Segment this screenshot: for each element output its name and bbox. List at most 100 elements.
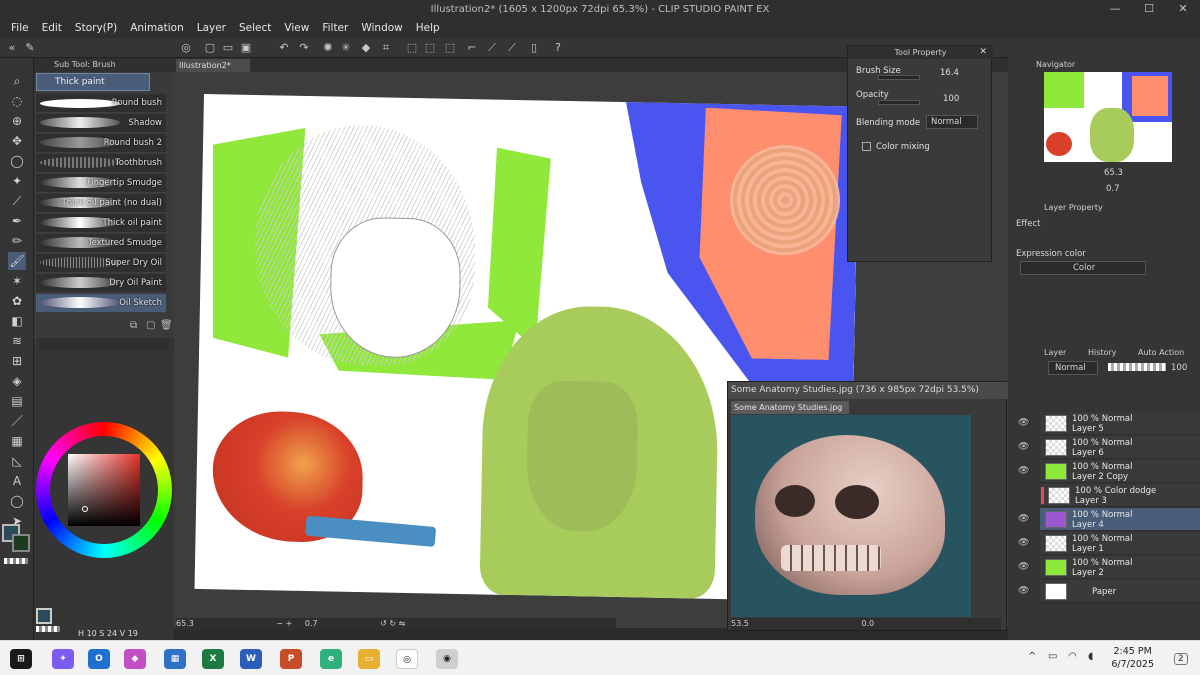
excel-icon[interactable]: X (202, 649, 224, 669)
color-mixing-checkbox[interactable] (862, 142, 871, 151)
menu-story[interactable]: Story(P) (75, 22, 117, 34)
menu-window[interactable]: Window (361, 22, 402, 34)
brush-size-slider[interactable] (878, 75, 920, 80)
clip-studio-icon[interactable]: ◎ (178, 40, 194, 56)
clip-studio-paint-icon[interactable]: ◉ (436, 649, 458, 669)
navigator-zoom[interactable]: 65.3 (1104, 168, 1123, 178)
current-color-swatch[interactable] (36, 608, 52, 624)
invert-selection-icon[interactable]: ⬚ (442, 40, 458, 56)
undo-icon[interactable]: ↶ (276, 40, 292, 56)
grid-icon[interactable]: ⊞ (8, 352, 26, 370)
move-icon[interactable]: ✥ (8, 132, 26, 150)
copilot-icon[interactable]: ✦ (52, 649, 74, 669)
transparent-swatch[interactable] (36, 626, 60, 632)
wifi-icon[interactable]: ◠ (1068, 651, 1077, 662)
layer-move-icon[interactable]: ⊕ (8, 112, 26, 130)
magic-wand-icon[interactable]: ✦ (8, 172, 26, 190)
clear-icon[interactable]: ✳ (338, 40, 354, 56)
eraser-icon[interactable]: ◧ (8, 312, 26, 330)
ruler-tool-icon[interactable]: ◺ (8, 452, 26, 470)
word-icon[interactable]: W (240, 649, 262, 669)
brightness-icon[interactable]: ✺ (320, 40, 336, 56)
notification-badge[interactable]: 2 (1174, 653, 1188, 665)
layer-row[interactable]: 👁 100 % Normal Layer 2 (1018, 556, 1200, 579)
clock[interactable]: 2:45 PM 6/7/2025 (1111, 645, 1154, 671)
layer-row[interactable]: 👁 100 % Normal Layer 2 Copy (1018, 460, 1200, 483)
zoom-in-icon[interactable]: + (286, 619, 293, 628)
copy-subtool-icon[interactable]: ⧉ (130, 320, 137, 331)
brush-item[interactable]: Thick oil paint (no dual) (36, 194, 166, 213)
line-tool-icon[interactable]: ／ (8, 412, 26, 430)
fill-icon[interactable]: ◆ (358, 40, 374, 56)
menu-filter[interactable]: Filter (322, 22, 348, 34)
gradient-icon[interactable]: ▤ (8, 392, 26, 410)
menu-help[interactable]: Help (416, 22, 440, 34)
brush-tool-icon[interactable]: 🖌 (8, 252, 26, 270)
eyedropper-icon[interactable]: ⟋ (8, 192, 26, 210)
layer-row[interactable]: 👁 100 % Normal Layer 5 (1018, 412, 1200, 435)
redo-icon[interactable]: ↷ (296, 40, 312, 56)
brush-item[interactable]: Fingertip Smudge (36, 174, 166, 193)
brush-item[interactable]: Round bush 2 (36, 134, 166, 153)
eye-icon[interactable]: 👁 (1018, 442, 1029, 452)
canvas-rotate[interactable]: 0.7 (305, 619, 318, 628)
navigator-thumbnail[interactable] (1044, 72, 1172, 162)
eye-icon[interactable]: 👁 (1018, 418, 1029, 428)
menu-view[interactable]: View (284, 22, 309, 34)
ruler2-icon[interactable]: ⟋ (504, 40, 520, 56)
menu-file[interactable]: File (11, 22, 29, 34)
chevron-up-icon[interactable]: ^ (1028, 651, 1036, 662)
collapse-left-icon[interactable]: « (4, 40, 20, 56)
hue-ring[interactable] (36, 422, 172, 558)
history-tab[interactable]: History (1088, 347, 1116, 359)
store-icon[interactable]: ▦ (164, 649, 186, 669)
layer-row[interactable]: 👁 100 % Normal Layer 1 (1018, 532, 1200, 555)
blend-tool-icon[interactable]: ≋ (8, 332, 26, 350)
transparent-color-swatch[interactable] (4, 558, 28, 564)
deselect-icon[interactable]: ⬚ (422, 40, 438, 56)
new-file-icon[interactable]: ▢ (202, 40, 218, 56)
layer-row-selected[interactable]: 👁 100 % Normal Layer 4 (1018, 508, 1200, 531)
pen-icon[interactable]: ✎ (22, 40, 38, 56)
expression-color-dropdown[interactable]: Color (1020, 261, 1146, 275)
brush-item[interactable]: Super Dry Oil (36, 254, 166, 273)
eye-icon[interactable]: 👁 (1018, 586, 1029, 596)
pen-tool-icon[interactable]: ✒ (8, 212, 26, 230)
decoration-icon[interactable]: ✿ (8, 292, 26, 310)
powerpoint-icon[interactable]: P (280, 649, 302, 669)
open-folder-icon[interactable]: ▭ (220, 40, 236, 56)
eye-icon[interactable]: 👁 (1018, 514, 1029, 524)
brush-item[interactable]: Shadow (36, 114, 166, 133)
eye-icon[interactable]: 👁 (1018, 466, 1029, 476)
subtool-group-selected[interactable]: Thick paint (36, 73, 150, 91)
layer-row[interactable]: 👁 100 % Normal Layer 6 (1018, 436, 1200, 459)
close-panel-icon[interactable]: ✕ (979, 47, 987, 57)
layer-property-tab[interactable]: Layer Property (1044, 202, 1103, 214)
zoom-tool-icon[interactable]: ⌕ (8, 72, 26, 90)
flip-icon[interactable]: ⇋ (399, 619, 406, 628)
brush-item[interactable]: Dry Oil Paint (36, 274, 166, 293)
menu-select[interactable]: Select (239, 22, 271, 34)
file-explorer-icon[interactable]: ▭ (358, 649, 380, 669)
layer-row[interactable]: 100 % Color dodge Layer 3 (1040, 484, 1200, 507)
windows-start-icon[interactable]: ⊞ (10, 649, 32, 669)
subview-zoom[interactable]: 53.5 (731, 619, 749, 628)
save-icon[interactable]: ▣ (238, 40, 254, 56)
menu-edit[interactable]: Edit (42, 22, 62, 34)
frame-icon[interactable]: ▦ (8, 432, 26, 450)
canvas-tab[interactable]: Illustration2* (176, 59, 250, 72)
opacity-value[interactable]: 100 (943, 94, 959, 104)
eye-icon[interactable]: 👁 (1018, 538, 1029, 548)
device-icon[interactable]: ▯ (526, 40, 542, 56)
text-tool-icon[interactable]: A (8, 472, 26, 490)
saturation-value-square[interactable] (68, 454, 140, 526)
eye-icon[interactable]: 👁 (1018, 562, 1029, 572)
rotate-left-icon[interactable]: ↺ (380, 619, 387, 628)
navigator-tab[interactable]: Navigator (1036, 59, 1075, 71)
edge-icon[interactable]: e (320, 649, 342, 669)
canvas-zoom[interactable]: 65.3 (176, 619, 194, 628)
navigator-rotate[interactable]: 0.7 (1106, 184, 1120, 194)
balloon-icon[interactable]: ◯ (8, 492, 26, 510)
volume-icon[interactable]: ◖ (1088, 651, 1093, 662)
lasso-select-icon[interactable]: ◌ (8, 92, 26, 110)
